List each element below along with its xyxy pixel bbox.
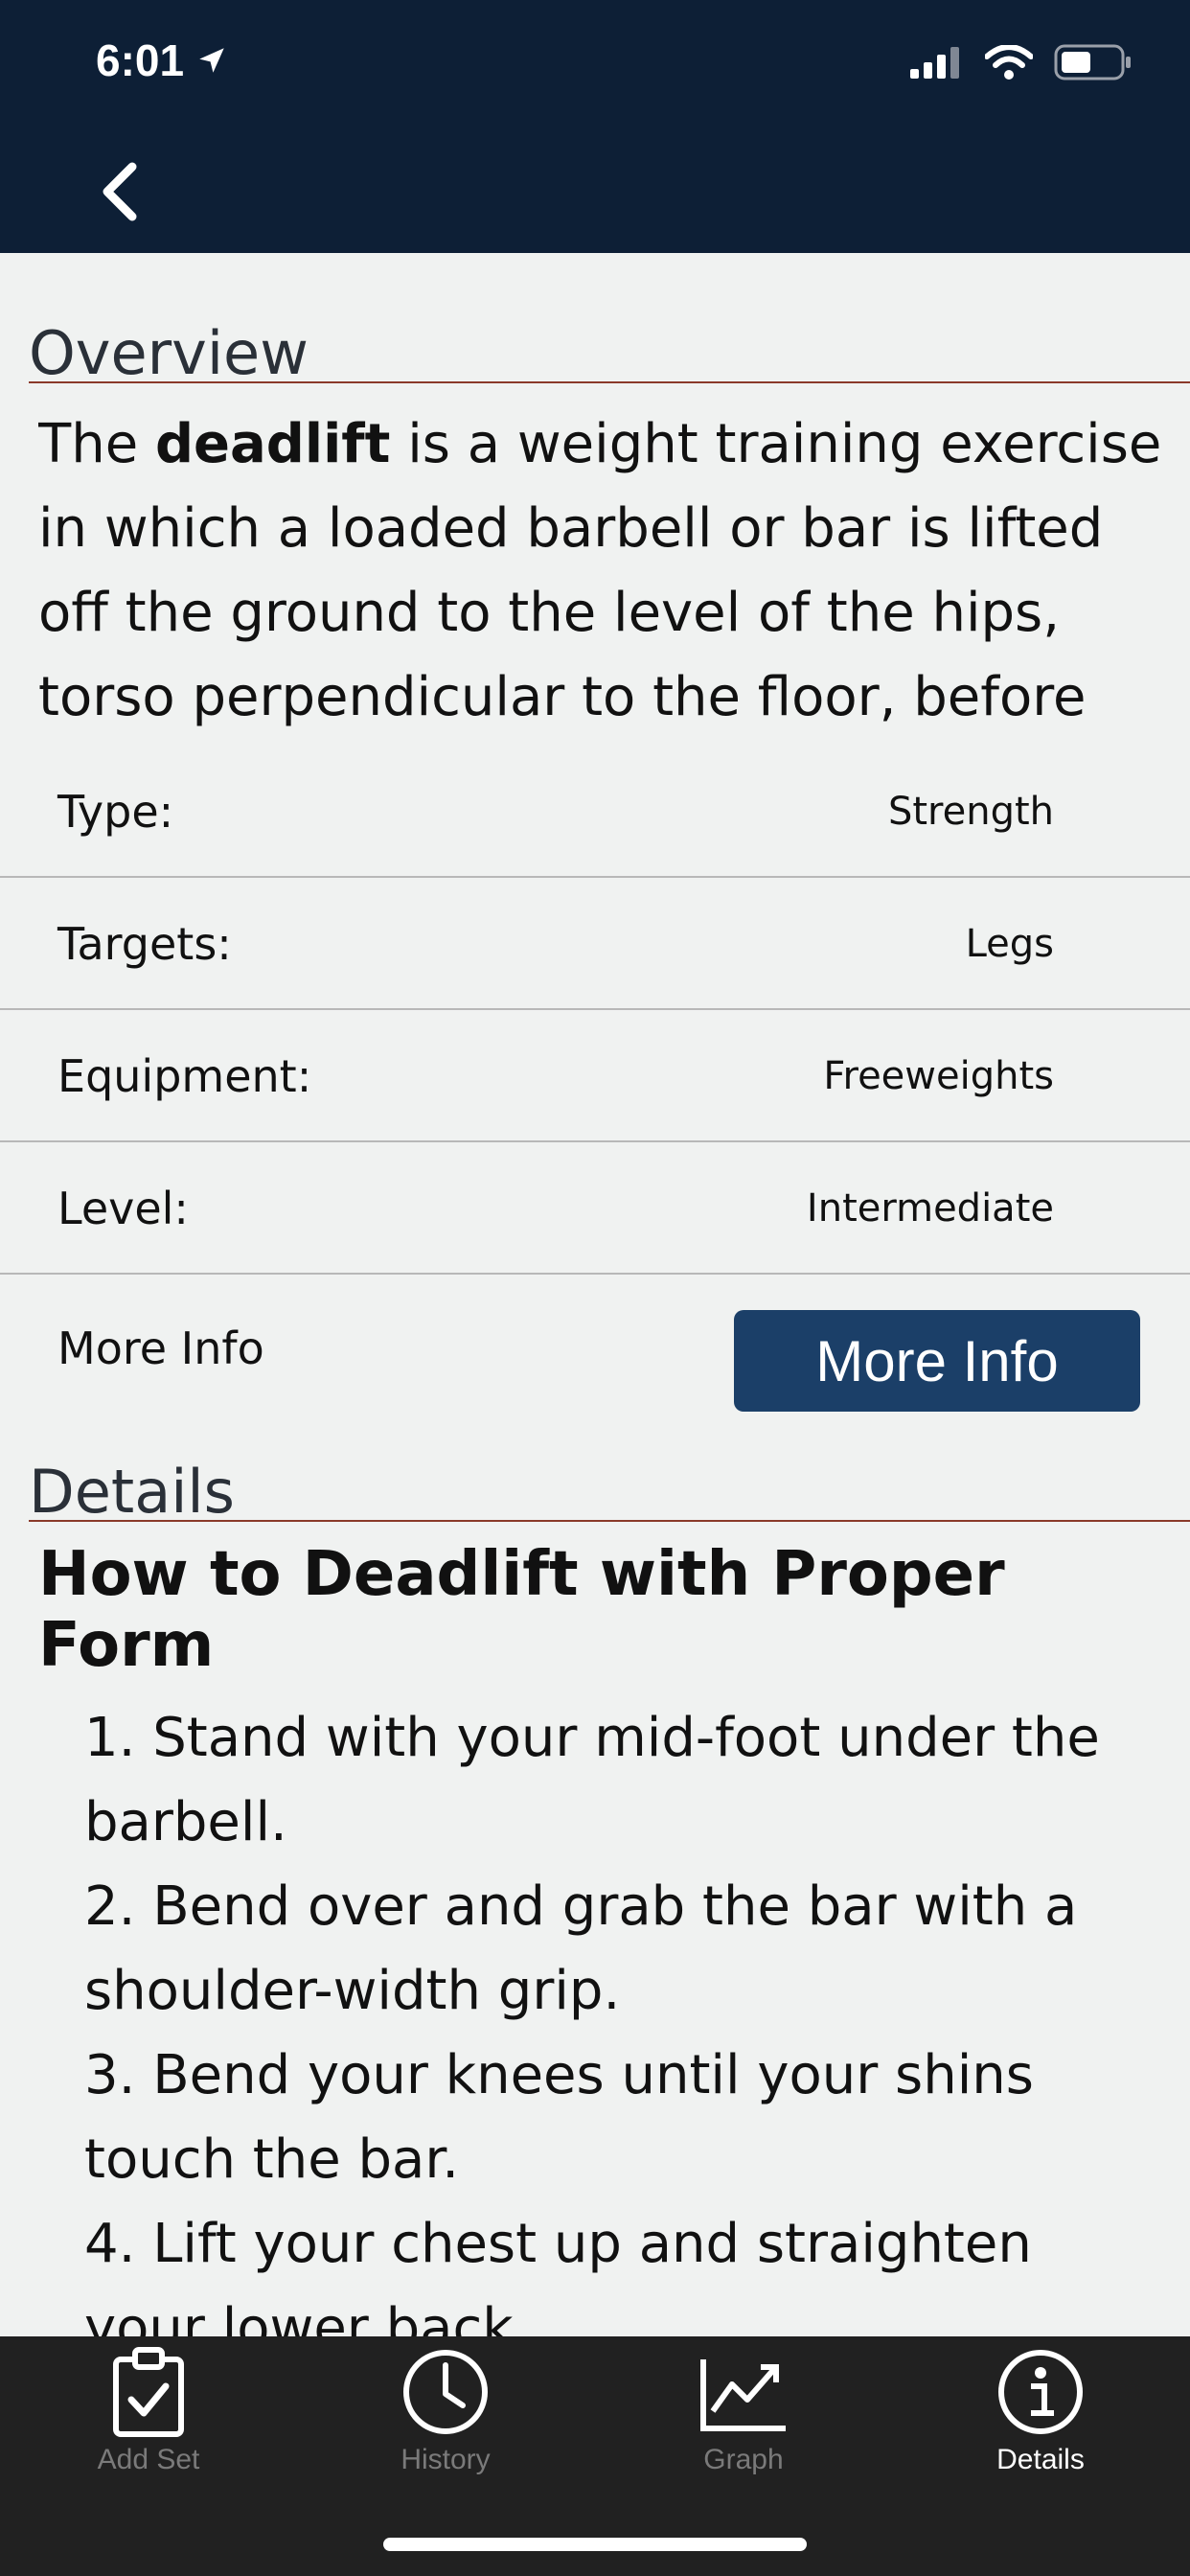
details-heading: How to Deadlift with Proper Form [38, 1539, 1005, 1681]
more-info-row: More Info More Info [0, 1276, 1190, 1420]
tab-label: Add Set [97, 2444, 200, 2475]
chart-icon [700, 2359, 786, 2431]
tab-label: Graph [703, 2444, 784, 2475]
signal-icon [910, 47, 959, 79]
back-chevron-icon[interactable] [96, 161, 142, 222]
battery-icon [1054, 44, 1131, 80]
attribute-row-level: Level: Intermediate [0, 1144, 1190, 1275]
attribute-value: Intermediate [806, 1186, 1054, 1230]
attribute-value: Strength [887, 790, 1054, 834]
location-arrow-icon [199, 48, 224, 73]
step-item: 3. Bend your knees until your shins touc… [84, 2044, 1034, 2191]
attribute-value: Legs [965, 922, 1054, 966]
wifi-icon [985, 45, 1033, 80]
step-item: 2. Bend over and grab the bar with a sho… [84, 1875, 1078, 2022]
attribute-row-targets: Targets: Legs [0, 880, 1190, 1010]
tab-label: Details [996, 2444, 1085, 2475]
more-info-label: More Info [57, 1322, 264, 1374]
overview-text-bold: deadlift [154, 413, 391, 475]
tab-details[interactable]: Details [945, 2346, 1136, 2490]
steps-list: 1. Stand with your mid-foot under the ba… [84, 1696, 1148, 2336]
status-icons [910, 44, 1133, 80]
home-indicator [383, 2538, 807, 2551]
step-item: 4. Lift your chest up and straighten you… [84, 2213, 1032, 2336]
attribute-label: Type: [57, 786, 174, 838]
details-section-title: Details [29, 1457, 235, 1527]
clock-icon [403, 2350, 488, 2434]
step-item: 1. Stand with your mid-foot under the ba… [84, 1707, 1100, 1853]
overview-divider [29, 381, 1190, 383]
tab-label: History [400, 2444, 491, 2475]
tab-history[interactable]: History [350, 2346, 541, 2490]
overview-text: The deadlift is a weight training exerci… [38, 402, 1169, 728]
info-icon [998, 2350, 1083, 2434]
clipboard-check-icon [113, 2347, 184, 2437]
nav-header: 6:01 [0, 0, 1190, 253]
tab-graph[interactable]: Graph [648, 2346, 839, 2490]
attribute-label: Targets: [57, 918, 232, 970]
status-time-text: 6:01 [96, 35, 185, 85]
attribute-row-type: Type: Strength [0, 748, 1190, 878]
attribute-label: Equipment: [57, 1050, 312, 1102]
attribute-value: Freeweights [823, 1054, 1054, 1098]
overview-text-prefix: The [38, 413, 155, 475]
details-divider [29, 1520, 1190, 1522]
status-time: 6:01 [96, 34, 228, 86]
tab-add-set[interactable]: Add Set [53, 2346, 244, 2490]
more-info-button[interactable]: More Info [734, 1310, 1140, 1412]
attribute-label: Level: [57, 1183, 189, 1234]
attribute-row-equipment: Equipment: Freeweights [0, 1012, 1190, 1142]
overview-section-title: Overview [29, 318, 309, 388]
